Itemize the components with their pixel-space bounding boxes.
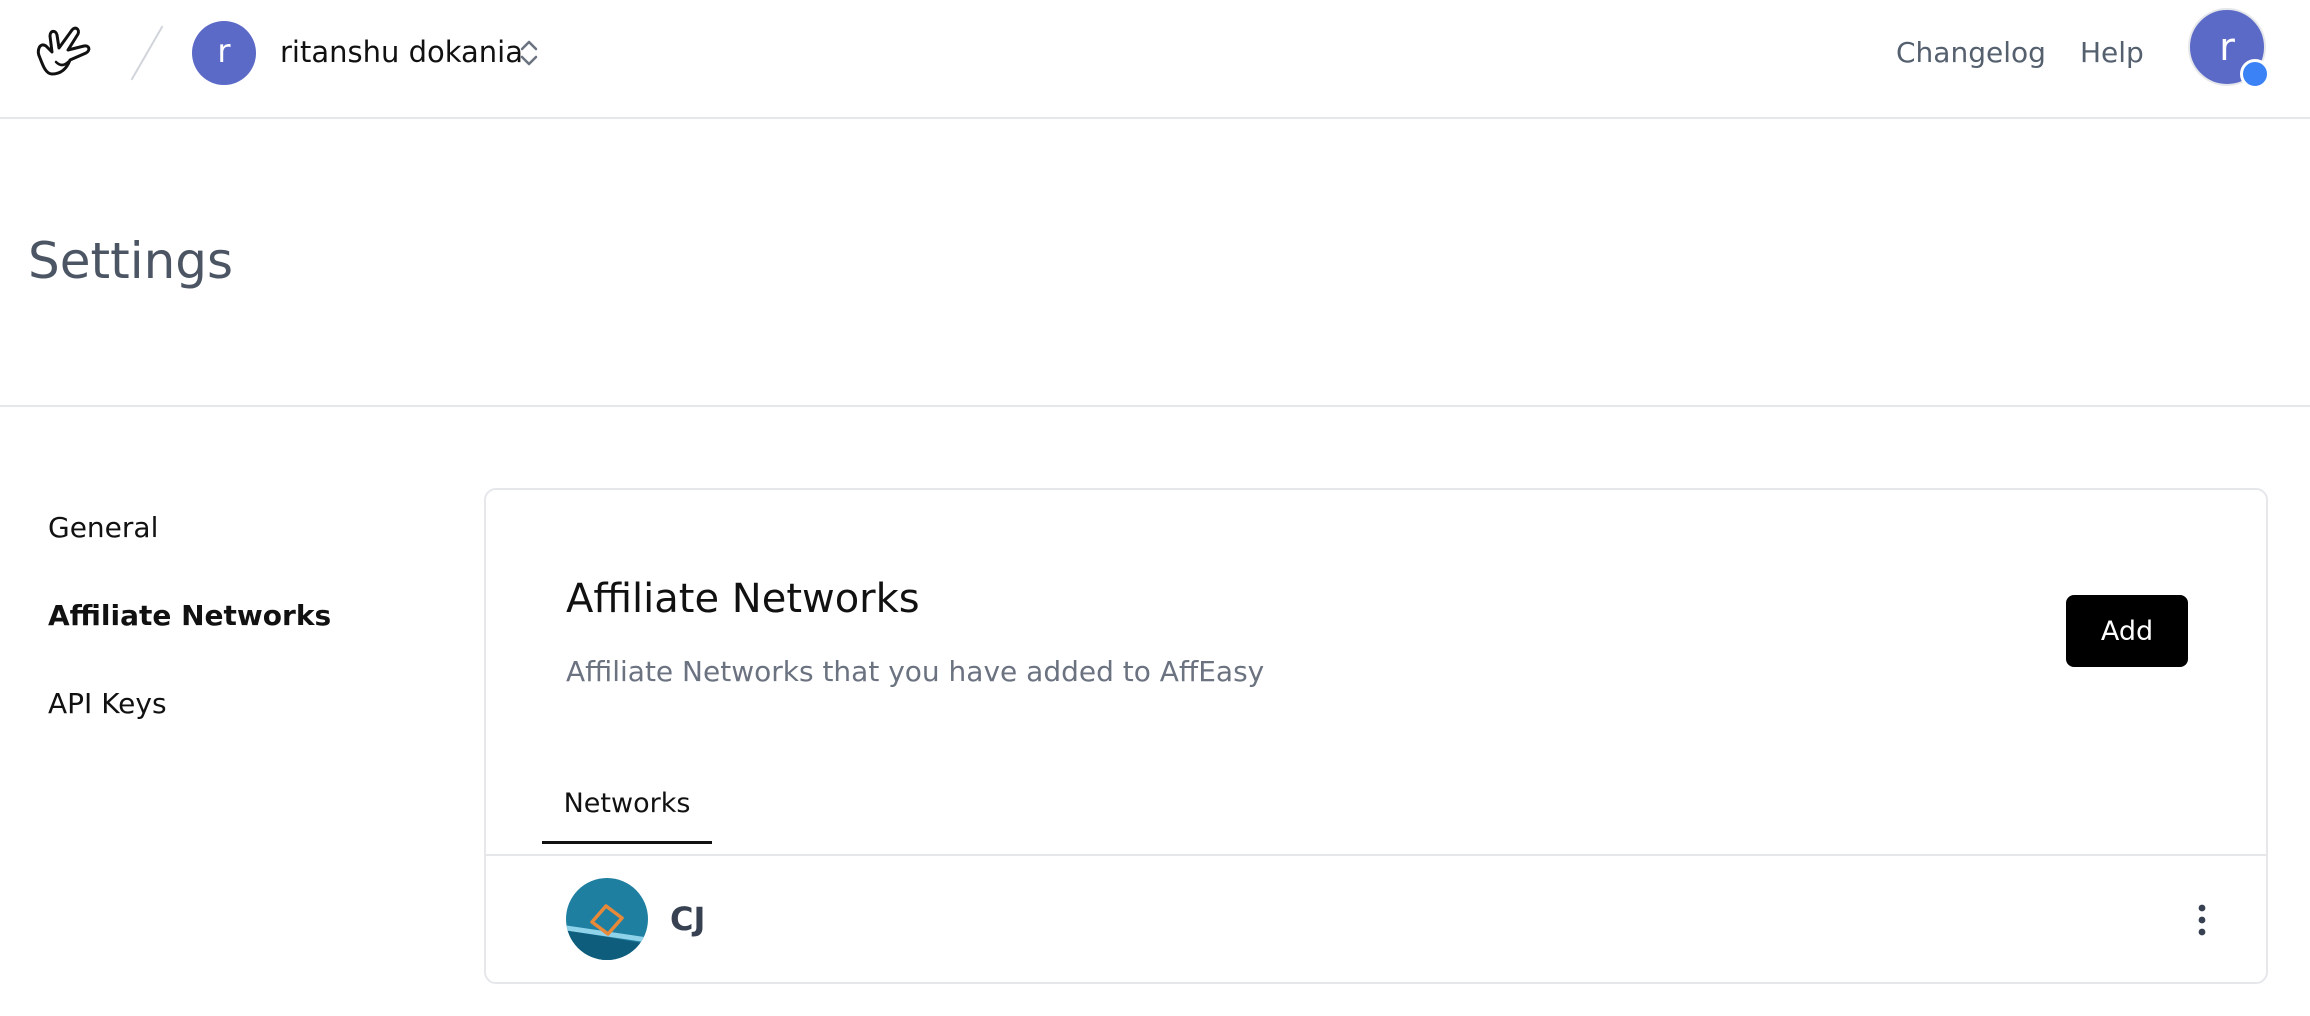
team-name[interactable]: ritanshu dokania [280,35,523,69]
status-indicator [2240,59,2270,89]
network-row[interactable]: CJ [486,856,2266,982]
card-description: Affiliate Networks that you have added t… [566,655,1265,688]
cj-logo-icon [566,878,648,960]
team-avatar[interactable]: r [192,21,256,85]
sidebar-item-general[interactable]: General [48,511,158,544]
top-bar: r ritanshu dokania Changelog Help r [0,0,2310,119]
kebab-menu-icon[interactable] [2190,902,2214,938]
add-network-button[interactable]: Add [2066,595,2188,667]
sidebar-item-api-keys[interactable]: API Keys [48,687,167,720]
divider [0,405,2310,407]
changelog-link[interactable]: Changelog [1896,36,2046,69]
hand-gesture-logo-icon[interactable] [34,22,94,84]
breadcrumb-separator [130,25,164,81]
card-title: Affiliate Networks [566,576,920,622]
network-name: CJ [670,900,706,938]
affiliate-networks-card: Affiliate Networks Affiliate Networks th… [484,488,2268,984]
page-title: Settings [28,232,234,290]
help-link[interactable]: Help [2080,36,2144,69]
sidebar-item-affiliate-networks[interactable]: Affiliate Networks [48,599,331,632]
tab-networks[interactable]: Networks [542,780,712,844]
chevron-up-down-icon[interactable] [516,36,542,70]
